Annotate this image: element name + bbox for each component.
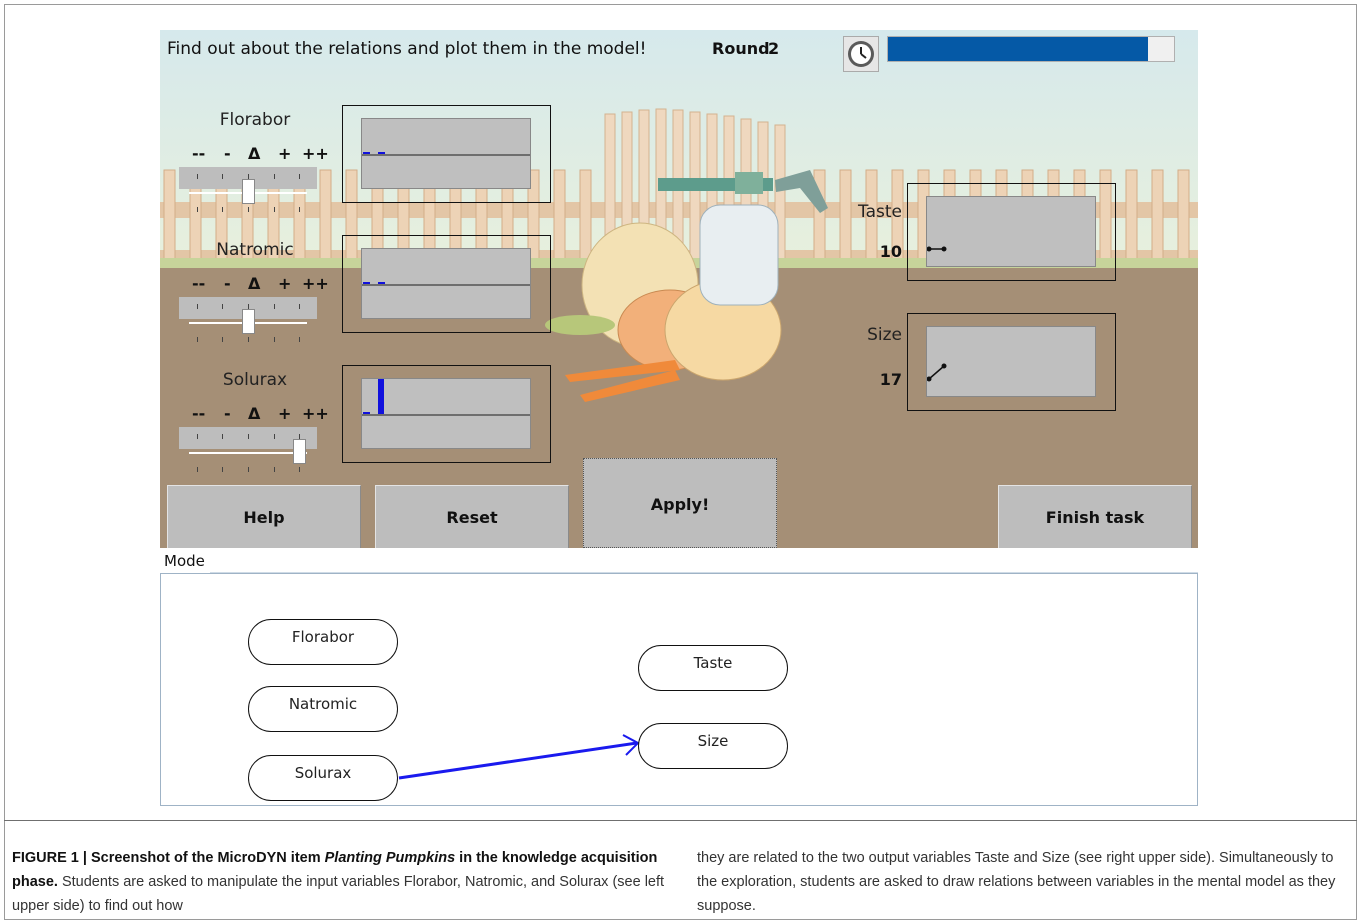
taste-label: Taste <box>858 202 902 222</box>
history-mark <box>378 152 385 154</box>
natromic-slider-thumb[interactable] <box>242 309 255 334</box>
size-trend-line <box>927 363 947 382</box>
node-taste[interactable]: Taste <box>638 645 788 691</box>
relation-arrow[interactable] <box>398 741 638 780</box>
caption-item-name: Planting Pumpkins <box>324 850 456 866</box>
task-instruction: Find out about the relations and plot th… <box>167 39 647 59</box>
caption-divider <box>4 820 1357 821</box>
reset-button[interactable]: Reset <box>375 485 569 548</box>
figure-caption-left: FIGURE 1 | Screenshot of the MicroDYN it… <box>12 850 665 914</box>
natromic-label: Natromic <box>216 240 294 260</box>
florabor-history-chart <box>342 105 551 203</box>
history-mark <box>363 282 370 284</box>
natromic-scale-labels: -- - Δ + ++ <box>192 274 329 293</box>
size-history-chart <box>907 313 1116 411</box>
help-button[interactable]: Help <box>167 485 361 548</box>
model-tab[interactable]: Mode <box>164 552 205 570</box>
history-mark <box>363 412 370 414</box>
history-mark <box>378 282 385 284</box>
solurax-label: Solurax <box>222 370 288 390</box>
size-label: Size <box>867 325 902 345</box>
florabor-scale-labels: -- - Δ + ++ <box>192 144 329 163</box>
florabor-slider-thumb[interactable] <box>242 179 255 204</box>
taste-value: 10 <box>879 242 902 261</box>
timer-progress-fill <box>888 37 1149 61</box>
apply-button[interactable]: Apply! <box>583 458 777 548</box>
caption-body-left: Students are asked to manipulate the inp… <box>12 874 665 914</box>
natromic-slider[interactable] <box>179 297 317 343</box>
florabor-slider[interactable] <box>179 167 317 213</box>
florabor-label: Florabor <box>219 110 291 130</box>
finish-task-button[interactable]: Finish task <box>998 485 1192 548</box>
solurax-slider[interactable] <box>179 427 317 473</box>
model-tab-strip <box>210 551 1198 573</box>
timer-progress-bar <box>887 36 1175 62</box>
mental-model-canvas[interactable]: Florabor Natromic Solurax Taste Size <box>160 573 1198 806</box>
round-label: Round <box>712 39 770 58</box>
node-florabor[interactable]: Florabor <box>248 619 398 665</box>
history-mark <box>363 152 370 154</box>
solurax-slider-thumb[interactable] <box>293 439 306 464</box>
taste-trend-line <box>927 246 947 252</box>
node-size[interactable]: Size <box>638 723 788 769</box>
game-scene: Find out about the relations and plot th… <box>160 30 1198 548</box>
taste-history-chart <box>907 183 1116 281</box>
node-natromic[interactable]: Natromic <box>248 686 398 732</box>
round-number: 2 <box>768 39 780 58</box>
solurax-scale-labels: -- - Δ + ++ <box>192 404 329 423</box>
node-solurax[interactable]: Solurax <box>248 755 398 801</box>
solurax-history-chart <box>342 365 551 463</box>
history-bar <box>378 379 384 414</box>
clock-icon <box>843 36 879 72</box>
natromic-history-chart <box>342 235 551 333</box>
size-value: 17 <box>879 370 902 389</box>
figure-caption-right: they are related to the two output varia… <box>697 850 1336 914</box>
